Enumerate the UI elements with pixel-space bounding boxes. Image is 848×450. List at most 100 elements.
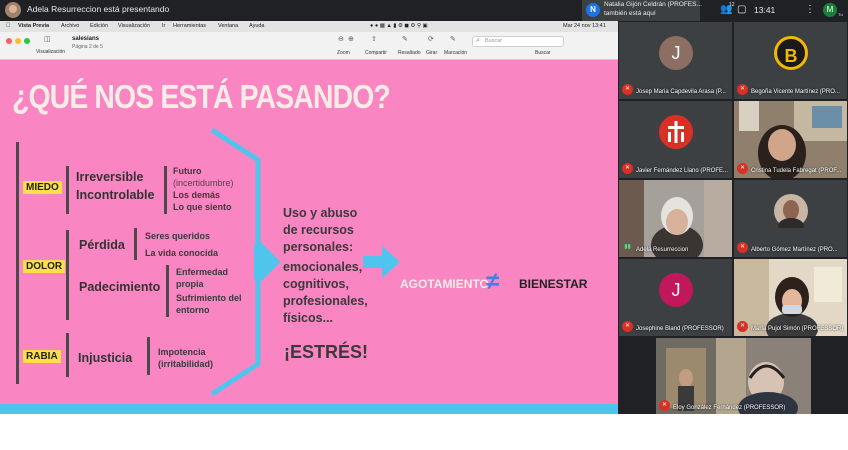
participant-tile[interactable]: ✕ Javier Fernández Llano (PROFE...	[619, 101, 732, 178]
participant-name: Alberto Gómez Martínez (PRO...	[751, 247, 838, 253]
salesian-logo-icon	[659, 115, 693, 149]
zoom-out-icon[interactable]: ⊖	[338, 35, 344, 43]
clock: 13:41	[754, 5, 776, 15]
shared-screen:  Vista Previa Archivo Edición Visualiza…	[0, 21, 618, 414]
menu-archivo[interactable]: Archivo	[61, 23, 79, 29]
search-label: Buscar	[535, 50, 551, 56]
participant-tile[interactable]: ✕ Eloy González Fernández (PROFESSOR)	[656, 338, 811, 415]
minimize-window-button[interactable]	[15, 38, 21, 44]
zoom-in-icon[interactable]: ⊕	[348, 35, 354, 43]
markup-icon[interactable]: ✎	[450, 35, 456, 43]
meet-top-bar: Adela Resurreccion está presentando N Na…	[0, 0, 848, 21]
middle-text-5: cognitivos,	[283, 277, 349, 291]
middle-text-6: profesionales,	[283, 294, 368, 308]
more-options-icon[interactable]: ⋮	[805, 4, 815, 15]
participant-tile[interactable]: B ✕ Begoña Vicente Martínez (PRO...	[734, 22, 847, 99]
bottom-area	[0, 414, 848, 450]
participant-initial: B	[774, 36, 808, 70]
people-count: 12	[729, 2, 735, 8]
menu-ayuda[interactable]: Ayuda	[249, 23, 265, 29]
participant-tile[interactable]: ✕ María Pujol Simón (PROFESSOR)	[734, 259, 847, 336]
participant-tile[interactable]: ✕ Cristina Tudela Fabregat (PROF...	[734, 101, 847, 178]
menu-vista-previa[interactable]: Vista Previa	[18, 23, 49, 29]
participant-name: María Pujol Simón (PROFESSOR)	[751, 326, 844, 332]
participant-name: Javier Fernández Llano (PROFE...	[636, 168, 729, 174]
participant-video	[734, 259, 847, 336]
self-label: Tú	[838, 12, 843, 17]
mic-muted-icon: ✕	[659, 400, 670, 411]
menu-herramientas[interactable]: Herramientas	[173, 23, 206, 29]
participant-photo	[774, 194, 808, 228]
mic-muted-icon: ✕	[737, 321, 748, 332]
mic-muted-icon: ✕	[622, 84, 633, 95]
status-icons: ● ● ▩ ▲ ▮ ⚙ ◼ ⚙ ⚲ ▣	[370, 23, 428, 29]
participant-tile[interactable]: ▮▮ Adela Resurreccion	[619, 180, 732, 257]
highlight-label: Resaltado	[398, 50, 421, 56]
menu-ir[interactable]: Ir	[162, 23, 165, 29]
menu-visualizacion[interactable]: Visualización	[118, 23, 150, 29]
presenter-avatar	[5, 2, 21, 18]
mac-menu-bar:  Vista Previa Archivo Edición Visualiza…	[0, 21, 618, 32]
participant-name: Josephine Bland (PROFESSOR)	[636, 326, 724, 332]
notification-line1: Natalia Gijón Celdrán (PROFES...	[604, 1, 702, 8]
notification-avatar: N	[586, 3, 600, 17]
mic-muted-icon: ✕	[622, 321, 633, 332]
middle-text-2: de recursos	[283, 223, 354, 237]
participant-gallery: J ✕ Josep Maria Capdevila Arasa (P... B …	[618, 21, 848, 415]
rotate-icon[interactable]: ⟳	[428, 35, 434, 43]
menu-ventana[interactable]: Ventana	[218, 23, 238, 29]
main-arrow	[363, 246, 400, 278]
notification-line2: también está aquí	[604, 10, 656, 17]
preview-toolbar: ◫ Visualización salesians Página 2 de 5 …	[0, 32, 618, 60]
mic-muted-icon: ✕	[737, 84, 748, 95]
not-equal-symbol: ≠	[486, 268, 500, 295]
visualization-label: Visualización	[36, 49, 66, 55]
search-input[interactable]: ⌕ Buscar	[472, 36, 564, 47]
rotate-label: Girar	[426, 50, 438, 56]
participant-tile[interactable]: ✕ Alberto Gómez Martínez (PRO...	[734, 180, 847, 257]
participant-tile[interactable]: J ✕ Josephine Bland (PROFESSOR)	[619, 259, 732, 336]
meet-window: Adela Resurreccion está presentando N Na…	[0, 0, 848, 450]
participant-name: Josep Maria Capdevila Arasa (P...	[636, 89, 726, 95]
participant-initial: J	[659, 273, 693, 307]
presenting-label: Adela Resurreccion está presentando	[27, 4, 170, 14]
document-title: salesians	[72, 36, 100, 42]
participant-name: Adela Resurreccion	[636, 247, 689, 253]
markup-label: Marcación	[444, 50, 468, 56]
share-label: Compartir	[365, 50, 387, 56]
search-placeholder: Buscar	[485, 38, 503, 44]
participant-initial: J	[659, 36, 693, 70]
sidebar-toggle-icon[interactable]: ◫	[44, 35, 51, 43]
participant-name: Cristina Tudela Fabregat (PROF...	[751, 168, 842, 174]
self-avatar[interactable]: M	[823, 3, 837, 17]
agotamiento-label: AGOTAMIENTO	[400, 277, 489, 291]
presentation-slide: ¿QUÉ NOS ESTÁ PASANDO? MIEDO Irreversibl…	[0, 60, 618, 404]
participant-video	[656, 338, 811, 415]
apple-icon[interactable]: 	[6, 23, 11, 29]
participant-video	[734, 101, 847, 178]
highlight-icon[interactable]: ✎	[402, 35, 408, 43]
mic-muted-icon: ✕	[737, 242, 748, 253]
participant-tile[interactable]: J ✕ Josep Maria Capdevila Arasa (P...	[619, 22, 732, 99]
search-icon: ⌕	[476, 37, 480, 44]
chat-icon[interactable]: ▢	[737, 4, 746, 15]
mac-date: Mar 24 nov 13:41	[563, 23, 606, 29]
document-page: Página 2 de 5	[72, 44, 103, 50]
mic-muted-icon: ✕	[737, 163, 748, 174]
maximize-window-button[interactable]	[24, 38, 30, 44]
middle-text-7: físicos...	[283, 311, 334, 325]
share-icon[interactable]: ⇧	[371, 35, 377, 43]
brace-arrow	[258, 240, 277, 284]
participant-name: Begoña Vicente Martínez (PRO...	[751, 89, 840, 95]
middle-text-4: emocionales,	[283, 260, 363, 274]
participant-video	[619, 180, 732, 257]
join-notification[interactable]: N Natalia Gijón Celdrán (PROFES... tambi…	[582, 0, 702, 21]
zoom-label: Zoom	[337, 50, 350, 56]
close-window-button[interactable]	[6, 38, 12, 44]
middle-text-1: Uso y abuso	[283, 206, 358, 220]
slide-bottom-band	[0, 404, 618, 414]
bienestar-label: BIENESTAR	[519, 277, 588, 291]
menu-edicion[interactable]: Edición	[90, 23, 108, 29]
mic-muted-icon: ✕	[622, 163, 633, 174]
participant-name: Eloy González Fernández (PROFESSOR)	[673, 405, 786, 411]
